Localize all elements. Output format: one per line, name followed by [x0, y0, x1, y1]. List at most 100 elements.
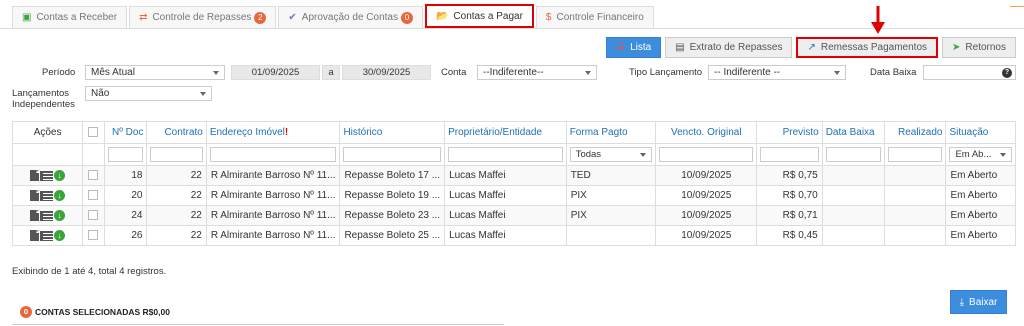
list-icon[interactable]	[40, 170, 54, 181]
historico-cell: Repasse Boleto 23 ...	[339, 205, 446, 226]
tipo-lancamento-select[interactable]: -- Indiferente --	[708, 65, 846, 80]
realizado-cell	[884, 185, 947, 206]
conta-select[interactable]: --Indiferente--	[477, 65, 597, 80]
select-value: Não	[91, 88, 110, 99]
periodo-label: Período	[42, 67, 76, 78]
filter-cell	[884, 143, 947, 166]
endereco-cell: R Almirante Barroso Nº 11...	[205, 205, 341, 226]
label-line: Lançamentos	[12, 88, 70, 99]
date-from-field[interactable]: 01/09/2025	[231, 65, 320, 80]
endereco-filter-input[interactable]	[209, 147, 337, 162]
filter-cell	[103, 143, 148, 166]
col-previsto[interactable]: Previsto	[756, 121, 823, 144]
col-proprietario[interactable]: Proprietário/Entidade	[444, 121, 567, 144]
chevron-down-icon	[200, 92, 206, 96]
proprietario-cell: Lucas Maffei	[444, 165, 567, 186]
independentes-select[interactable]: Não	[85, 86, 212, 101]
col-endereco[interactable]: Endereço Imóvel!	[205, 121, 341, 144]
table-row[interactable]: ↓ 26 22 R Almirante Barroso Nº 11... Repasse…	[11, 225, 1016, 246]
proprietario-filter-input[interactable]	[448, 147, 563, 162]
row-checkbox[interactable]	[88, 170, 99, 181]
document-icon[interactable]	[30, 170, 40, 181]
table-row[interactable]: ↓ 24 22 R Almirante Barroso Nº 11... Repasse…	[11, 205, 1016, 226]
col-forma-pagto[interactable]: Forma Pagto	[565, 121, 657, 144]
folder-open-icon: 📂	[435, 10, 449, 22]
select-value: Mês Atual	[91, 67, 135, 78]
tab-controle-repasses[interactable]: ⇄ Controle de Repasses 2	[129, 6, 277, 28]
col-contrato[interactable]: Contrato	[146, 121, 207, 144]
extrato-repasses-button[interactable]: ▤ Extrato de Repasses	[665, 37, 793, 58]
button-label: Retornos	[965, 42, 1006, 53]
forma-filter-select[interactable]: Todas	[569, 147, 653, 162]
situacao-cell: Em Aberto	[945, 205, 1016, 226]
filter-cell	[655, 143, 758, 166]
retornos-button[interactable]: ➤ Retornos	[942, 37, 1016, 58]
baixar-button[interactable]: ⤓ Baixar	[950, 290, 1007, 314]
download-circle-icon[interactable]: ↓	[54, 170, 66, 181]
row-checkbox[interactable]	[88, 210, 99, 221]
col-data-baixa[interactable]: Data Baixa	[821, 121, 886, 144]
tab-label: Aprovação de Contas	[301, 12, 398, 23]
col-realizado[interactable]: Realizado	[884, 121, 947, 144]
lancamentos-independentes-label: Lançamentos Independentes	[12, 88, 75, 110]
baixa-cell	[821, 205, 886, 226]
filter-cell: Em Ab...	[945, 143, 1016, 166]
tab-label: Controle de Repasses	[152, 12, 252, 23]
filter-cell	[205, 143, 341, 166]
col-situacao[interactable]: Situação	[945, 121, 1016, 144]
document-icon[interactable]	[30, 230, 40, 241]
document-icon[interactable]	[30, 210, 40, 221]
table-row[interactable]: ↓ 20 22 R Almirante Barroso Nº 11... Repasse…	[11, 185, 1016, 206]
forma-cell: TED	[565, 165, 657, 186]
historico-cell: Repasse Boleto 25 ...	[339, 225, 446, 246]
remessas-pagamentos-button[interactable]: ↗ Remessas Pagamentos	[796, 37, 939, 58]
periodo-select[interactable]: Mês Atual	[85, 65, 225, 80]
tab-controle-financeiro[interactable]: $ Controle Financeiro	[535, 6, 654, 28]
data-baixa-input[interactable]: ?	[923, 65, 1016, 80]
date-to-field[interactable]: 30/09/2025	[342, 65, 431, 80]
list-icon[interactable]	[40, 210, 54, 221]
select-all-checkbox[interactable]	[88, 127, 99, 138]
lista-button[interactable]: ☰ Lista	[606, 37, 662, 58]
table-row[interactable]: ↓ 18 22 R Almirante Barroso Nº 11... Repasse…	[11, 165, 1016, 186]
header-row: Ações Nº Doc Contrato Endereço Imóvel! H…	[11, 121, 1016, 144]
arrow-down-icon	[871, 6, 885, 34]
tab-contas-receber[interactable]: ▣ Contas a Receber	[12, 6, 128, 28]
doc-filter-input[interactable]	[107, 147, 144, 162]
tab-contas-pagar[interactable]: 📂 Contas a Pagar	[424, 4, 534, 28]
contrato-filter-input[interactable]	[150, 147, 203, 162]
chevron-down-icon	[585, 71, 591, 75]
baixa-filter-input[interactable]	[825, 147, 882, 162]
actions-cell: ↓	[11, 225, 84, 246]
doc-cell: 26	[103, 225, 148, 246]
button-label: Remessas Pagamentos	[820, 42, 928, 53]
contrato-cell: 22	[146, 205, 207, 226]
filter-cell	[821, 143, 886, 166]
tab-aprovacao-contas[interactable]: ✔ Aprovação de Contas 0	[278, 6, 423, 28]
download-icon: ⤓	[959, 296, 965, 308]
row-checkbox[interactable]	[88, 230, 99, 241]
doc-cell: 20	[103, 185, 148, 206]
select-value: Todas	[575, 149, 602, 160]
list-icon[interactable]	[40, 190, 54, 201]
historico-cell: Repasse Boleto 19 ...	[339, 185, 446, 206]
vencto-filter-input[interactable]	[659, 147, 754, 162]
help-icon[interactable]: ?	[1002, 68, 1012, 78]
download-circle-icon[interactable]: ↓	[54, 190, 66, 201]
selected-label: CONTAS SELECIONADAS R$0,00	[35, 307, 170, 317]
col-historico[interactable]: Histórico	[339, 121, 446, 144]
list-icon[interactable]	[40, 230, 54, 241]
document-icon[interactable]	[30, 190, 40, 201]
realizado-cell	[884, 225, 947, 246]
records-info: Exibindo de 1 até 4, total 4 registros.	[12, 266, 167, 277]
historico-filter-input[interactable]	[343, 147, 442, 162]
situacao-filter-select[interactable]: Em Ab...	[949, 147, 1012, 162]
previsto-cell: R$ 0,71	[756, 205, 823, 226]
col-vencto[interactable]: Vencto. Original	[655, 121, 758, 144]
download-circle-icon[interactable]: ↓	[54, 230, 66, 241]
download-circle-icon[interactable]: ↓	[54, 210, 66, 221]
col-doc[interactable]: Nº Doc	[103, 121, 148, 144]
realizado-filter-input[interactable]	[888, 147, 943, 162]
previsto-filter-input[interactable]	[760, 147, 819, 162]
row-checkbox[interactable]	[88, 190, 99, 201]
